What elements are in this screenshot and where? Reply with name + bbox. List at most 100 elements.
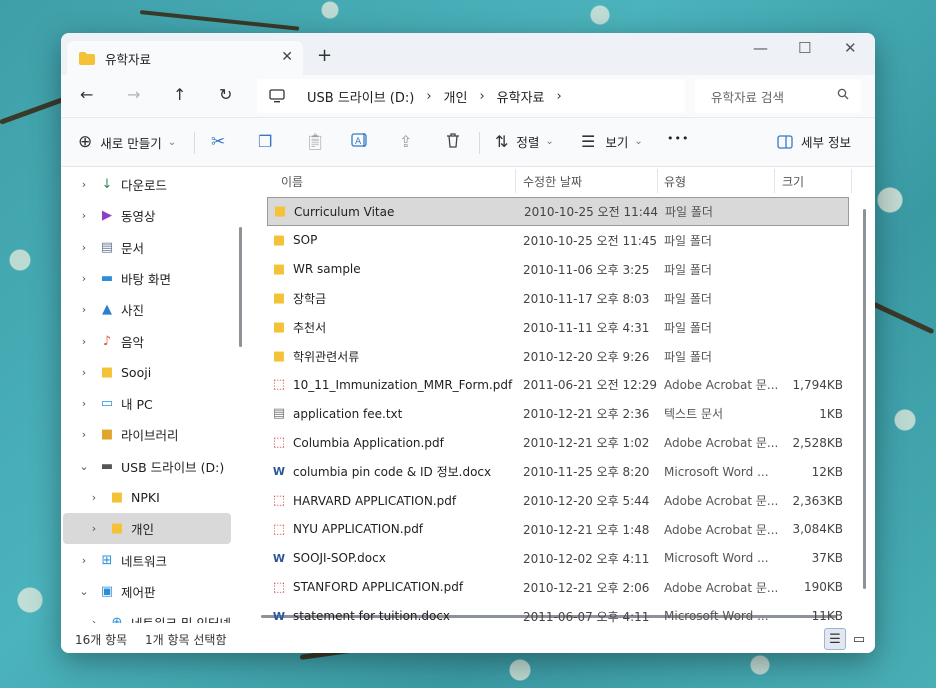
column-divider[interactable] xyxy=(657,169,658,193)
details-view-button[interactable]: ☰ xyxy=(824,628,846,650)
sidebar-item[interactable]: › ♪ 음악 xyxy=(61,326,237,357)
file-name-cell: ■ SOP xyxy=(271,233,317,248)
refresh-icon[interactable]: ↻ xyxy=(219,85,232,104)
new-button[interactable]: ⊕ 새로 만들기 ⌄ xyxy=(78,132,176,152)
close-window-icon[interactable]: ✕ xyxy=(844,39,857,57)
breadcrumb-chevron-icon[interactable]: › xyxy=(557,89,562,104)
column-divider[interactable] xyxy=(774,169,775,193)
file-row[interactable]: ⬚ STANFORD APPLICATION.pdf 2010-12-21 오후 2… xyxy=(267,573,849,602)
sidebar-item-label: 개인 xyxy=(131,522,155,538)
chevron-icon[interactable]: › xyxy=(79,272,89,285)
column-divider[interactable] xyxy=(515,169,516,193)
breadcrumb-yuhak[interactable]: 유학자료 xyxy=(497,87,545,106)
sidebar-item[interactable]: › ▬ 바탕 화면 xyxy=(61,263,237,294)
forward-arrow-icon[interactable]: → xyxy=(127,85,140,104)
file-name: application fee.txt xyxy=(293,406,403,421)
file-row[interactable]: ■ 학위관련서류 2010-12-20 오후 9:26 파일 폴더 xyxy=(267,342,849,371)
sidebar-item[interactable]: › ■ 개인 xyxy=(63,513,231,545)
maximize-icon[interactable]: ☐ xyxy=(798,39,811,57)
chevron-icon[interactable]: ⌄ xyxy=(79,460,89,473)
more-options-button[interactable]: ••• xyxy=(667,132,689,145)
file-name-cell: ■ 학위관련서류 xyxy=(271,348,359,365)
sidebar-item[interactable]: › ↓ 다운로드 xyxy=(61,169,237,200)
file-name: statement for tuition.docx xyxy=(293,609,451,623)
up-arrow-icon[interactable]: ↑ xyxy=(173,85,186,104)
chevron-icon[interactable]: › xyxy=(89,491,99,504)
tab-yuhak[interactable]: 유학자료 ✕ xyxy=(67,41,303,75)
file-row[interactable]: W SOOJI-SOP.docx 2010-12-02 오후 4:11 Microso… xyxy=(267,544,849,573)
column-header-type[interactable]: 유형 xyxy=(664,167,686,195)
view-button[interactable]: ☰ 보기 ⌄ xyxy=(581,132,643,151)
share-button[interactable]: ⇪ xyxy=(399,132,412,151)
file-date: 2010-10-25 오전 11:44 xyxy=(524,205,659,219)
file-row[interactable]: ⬚ Columbia Application.pdf 2010-12-21 오후 1… xyxy=(267,428,849,457)
file-row[interactable]: ■ WR sample 2010-11-06 오후 3:25 파일 폴더 xyxy=(267,255,849,284)
file-row[interactable]: ▤ application fee.txt 2010-12-21 오후 2:36 텍스… xyxy=(267,399,849,428)
file-row[interactable]: ■ 추천서 2010-11-11 오후 4:31 파일 폴더 xyxy=(267,313,849,342)
details-label: 세부 정보 xyxy=(801,135,851,150)
file-row[interactable]: ■ 장학금 2010-11-17 오후 8:03 파일 폴더 xyxy=(267,284,849,313)
vertical-scrollbar[interactable] xyxy=(863,209,866,589)
pdf-file-icon: ⬚ xyxy=(272,377,286,393)
sidebar-item[interactable]: ⌄ ▣ 제어판 xyxy=(61,576,237,607)
folder-icon: ■ xyxy=(272,290,286,306)
breadcrumb[interactable]: USB 드라이브 (D:) › 개인 › 유학자료 › xyxy=(257,79,685,113)
chevron-icon[interactable]: ⌄ xyxy=(79,585,89,598)
breadcrumb-personal[interactable]: 개인 xyxy=(444,87,468,106)
sidebar-scrollbar[interactable] xyxy=(239,227,242,347)
rename-button[interactable]: A xyxy=(351,132,369,148)
back-arrow-icon[interactable]: ← xyxy=(80,85,93,104)
search-input[interactable]: 유학자료 검색 xyxy=(695,79,861,113)
breadcrumb-usb[interactable]: USB 드라이브 (D:) xyxy=(307,87,414,106)
minimize-icon[interactable]: — xyxy=(753,39,768,57)
folder-icon xyxy=(79,51,95,65)
column-divider[interactable] xyxy=(851,169,852,193)
sidebar-item[interactable]: › ■ 라이브러리 xyxy=(61,419,237,450)
column-header-size[interactable]: 크기 xyxy=(782,167,804,195)
file-row[interactable]: ⬚ 10_11_Immunization_MMR_Form.pdf 2011-06-… xyxy=(267,370,849,399)
file-name-cell: W SOOJI-SOP.docx xyxy=(271,551,386,565)
sidebar-item[interactable]: › ▤ 문서 xyxy=(61,232,237,263)
library-icon: ■ xyxy=(100,427,114,443)
tiles-view-button[interactable]: ▭ xyxy=(848,628,870,650)
file-row[interactable]: Wcolumbia pin code & ID 정보.docx 2010-11-2… xyxy=(267,457,849,486)
delete-button[interactable] xyxy=(445,132,461,148)
chevron-icon[interactable]: › xyxy=(79,428,89,441)
new-tab-icon[interactable]: + xyxy=(317,45,332,66)
file-row[interactable]: ⬚ HARVARD APPLICATION.pdf 2010-12-20 오후 5:… xyxy=(267,486,849,515)
chevron-icon[interactable]: › xyxy=(79,366,89,379)
folder-icon: ■ xyxy=(272,348,286,364)
folder-icon: ■ xyxy=(273,204,287,219)
chevron-icon[interactable]: › xyxy=(89,522,99,535)
chevron-icon[interactable]: › xyxy=(79,178,89,191)
sidebar-item[interactable]: › ▶ 동영상 xyxy=(61,200,237,231)
chevron-icon[interactable]: › xyxy=(79,554,89,567)
file-date: 2010-12-21 오후 2:36 xyxy=(523,407,650,422)
cut-button[interactable]: ✂ xyxy=(211,132,225,152)
sidebar-item[interactable]: › ■ NPKI xyxy=(61,482,237,513)
chevron-icon[interactable]: › xyxy=(79,335,89,348)
sidebar-item[interactable]: ⌄ ▬ USB 드라이브 (D:) xyxy=(61,451,237,482)
file-row[interactable]: ■ Curriculum Vitae 2010-10-25 오전 11:44 파일 폴… xyxy=(267,197,849,226)
chevron-icon[interactable]: › xyxy=(89,616,99,623)
chevron-icon[interactable]: › xyxy=(79,241,89,254)
file-row[interactable]: ■ SOP 2010-10-25 오전 11:45 파일 폴더 xyxy=(267,226,849,255)
chevron-icon[interactable]: › xyxy=(79,397,89,410)
sidebar-item[interactable]: › ▲ 사진 xyxy=(61,294,237,325)
details-pane-button[interactable]: 세부 정보 xyxy=(777,132,851,151)
sort-button[interactable]: ⇅ 정렬 ⌄ xyxy=(495,132,554,151)
file-row[interactable]: ⬚ NYU APPLICATION.pdf 2010-12-21 오후 1:48 Ad… xyxy=(267,515,849,544)
sidebar-item[interactable]: › ⊕ 네트워크 및 인터넷 xyxy=(61,607,237,623)
column-header-date[interactable]: 수정한 날짜 xyxy=(523,167,582,195)
chevron-icon[interactable]: › xyxy=(79,209,89,222)
sidebar-item[interactable]: › ■ Sooji xyxy=(61,357,237,388)
chevron-icon[interactable]: › xyxy=(79,303,89,316)
copy-button[interactable]: ❐ xyxy=(258,132,272,151)
column-header-name[interactable]: 이름 xyxy=(281,167,303,195)
sidebar-item[interactable]: › ⊞ 네트워크 xyxy=(61,545,237,576)
close-tab-icon[interactable]: ✕ xyxy=(281,49,293,65)
file-date: 2010-12-02 오후 4:11 xyxy=(523,551,650,566)
sidebar-item[interactable]: › ▭ 내 PC xyxy=(61,388,237,419)
file-row[interactable]: Wstatement for tuition.docx 2011-06-07 오후… xyxy=(267,602,849,623)
paste-button[interactable]: 📋︎ xyxy=(305,132,325,151)
